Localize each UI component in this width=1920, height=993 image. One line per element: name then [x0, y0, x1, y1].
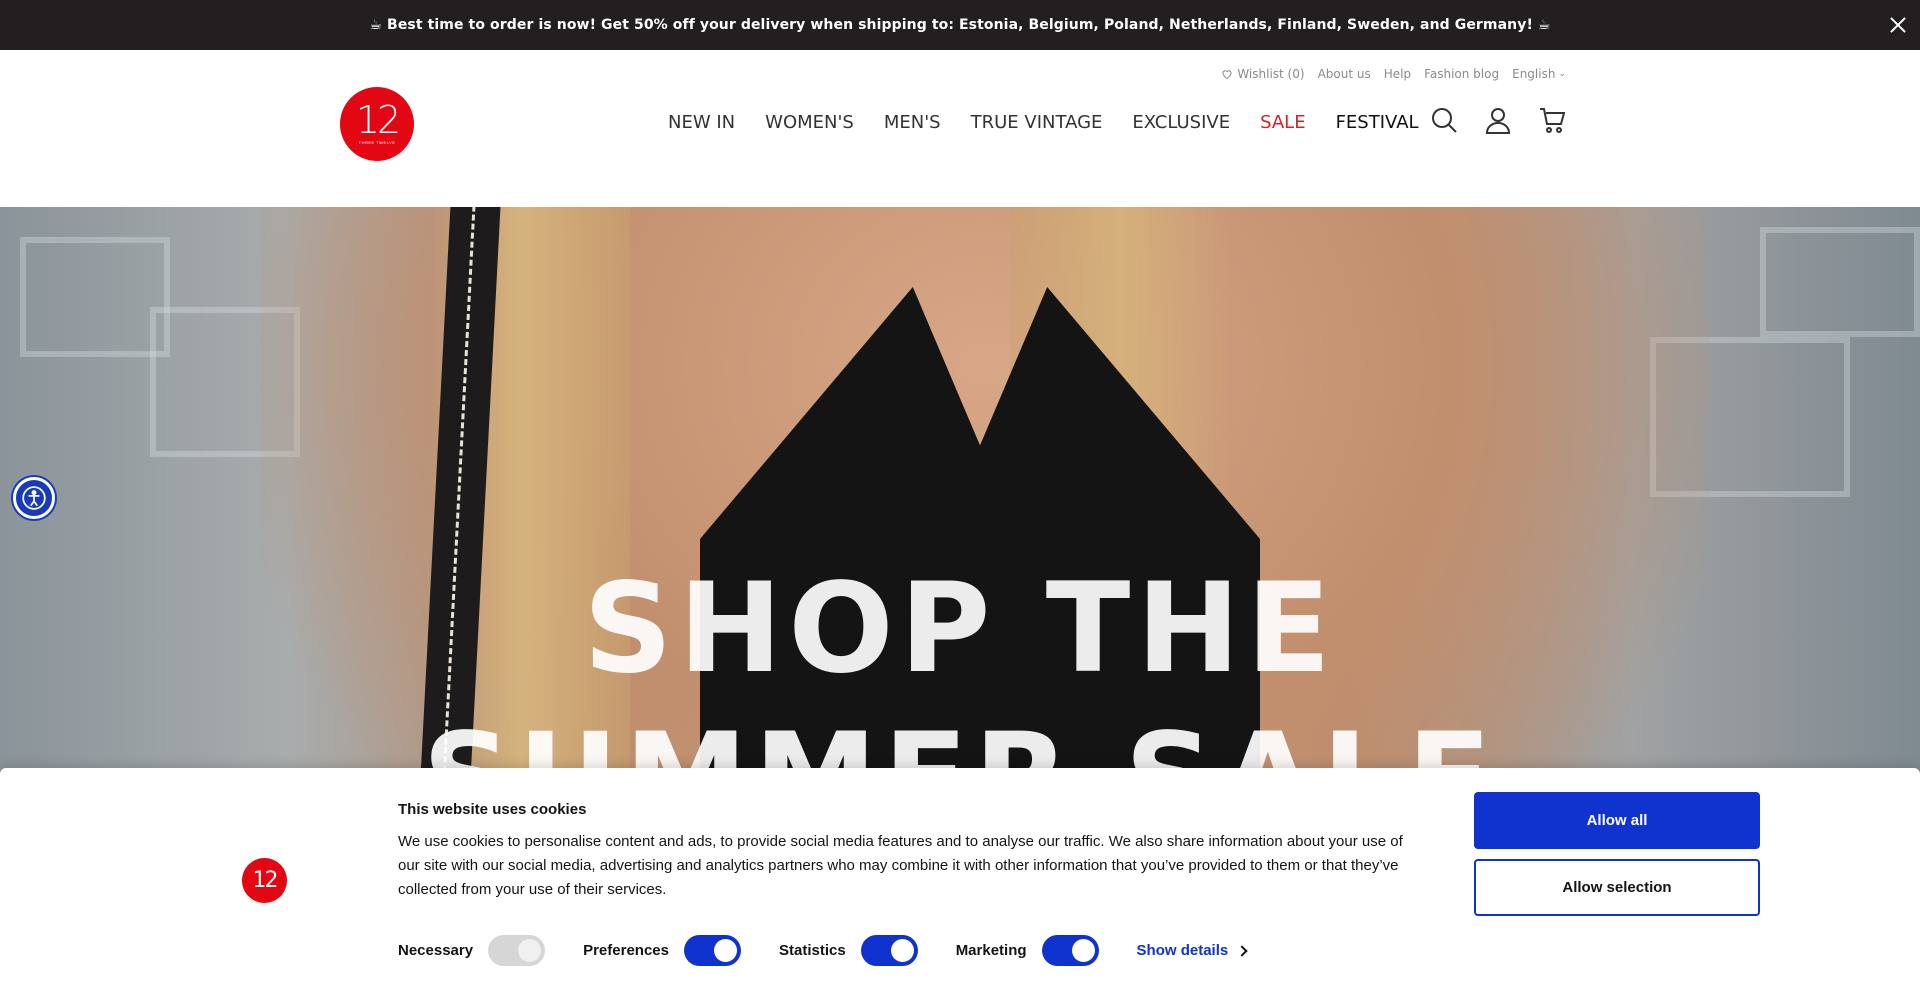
cookie-title: This website uses cookies — [398, 801, 587, 818]
account-icon[interactable] — [1484, 106, 1512, 134]
utility-links: Wishlist (0) About us Help Fashion blog … — [1221, 67, 1566, 81]
logo-mark: 12 — [355, 98, 401, 142]
search-icon[interactable] — [1430, 106, 1458, 134]
language-select[interactable]: English ⌄ — [1512, 67, 1566, 81]
nav-exclusive[interactable]: EXCLUSIVE — [1132, 112, 1230, 133]
nav-true-vintage[interactable]: TRUE VINTAGE — [971, 112, 1103, 133]
about-link[interactable]: About us — [1318, 67, 1371, 81]
help-link[interactable]: Help — [1384, 67, 1411, 81]
nav-sale[interactable]: SALE — [1260, 112, 1305, 133]
fashion-blog-link[interactable]: Fashion blog — [1424, 67, 1499, 81]
accessibility-icon — [22, 486, 46, 510]
heart-icon — [1222, 70, 1232, 80]
cookie-options: Necessary Preferences Statistics Marketi… — [398, 935, 1248, 966]
option-marketing: Marketing — [956, 935, 1099, 966]
cookie-consent-banner: 12 This website uses cookies We use cook… — [0, 768, 1920, 993]
wishlist-link[interactable]: Wishlist (0) — [1221, 67, 1305, 81]
wishlist-label: Wishlist (0) — [1237, 67, 1305, 81]
announcement-bar: ☕ Best time to order is now! Get 50% off… — [0, 0, 1920, 50]
cart-icon[interactable] — [1538, 106, 1566, 134]
option-necessary: Necessary — [398, 935, 546, 966]
option-label: Statistics — [778, 942, 846, 959]
site-logo[interactable]: 12 THREE TWELVE — [340, 87, 414, 161]
nav-festival[interactable]: FESTIVAL — [1336, 112, 1419, 133]
preferences-toggle[interactable] — [683, 935, 741, 966]
option-label: Necessary — [398, 942, 474, 959]
nav-mens[interactable]: MEN'S — [884, 112, 941, 133]
cookie-logo: 12 — [242, 858, 287, 903]
announcement-text: ☕ Best time to order is now! Get 50% off… — [369, 17, 1551, 33]
cookie-description: We use cookies to personalise content an… — [398, 833, 1403, 898]
chevron-right-icon — [1236, 944, 1248, 957]
language-label: English — [1512, 67, 1556, 81]
necessary-toggle — [488, 935, 546, 966]
accessibility-button[interactable] — [13, 477, 55, 519]
chevron-down-icon: ⌄ — [1558, 69, 1566, 79]
glass-block-decor — [1760, 227, 1920, 337]
statistics-toggle[interactable] — [860, 935, 918, 966]
hero-title-line1: SHOP THE — [583, 557, 1337, 701]
allow-selection-button[interactable]: Allow selection — [1474, 859, 1760, 916]
option-label: Preferences — [583, 942, 669, 959]
option-statistics: Statistics — [779, 935, 918, 966]
site-header: Wishlist (0) About us Help Fashion blog … — [0, 50, 1920, 207]
header-icons — [1430, 106, 1566, 134]
glass-block-decor — [20, 237, 170, 357]
marketing-toggle[interactable] — [1041, 935, 1099, 966]
main-nav: NEW IN WOMEN'S MEN'S TRUE VINTAGE EXCLUS… — [668, 112, 1419, 133]
close-icon[interactable] — [1886, 13, 1910, 37]
option-label: Marketing — [955, 942, 1027, 959]
allow-all-button[interactable]: Allow all — [1474, 792, 1760, 849]
nav-new-in[interactable]: NEW IN — [668, 112, 735, 133]
show-details-label: Show details — [1136, 942, 1229, 959]
nav-womens[interactable]: WOMEN'S — [765, 112, 854, 133]
logo-tagline: THREE TWELVE — [358, 140, 396, 145]
show-details-link[interactable]: Show details — [1136, 942, 1248, 959]
option-preferences: Preferences — [583, 935, 741, 966]
